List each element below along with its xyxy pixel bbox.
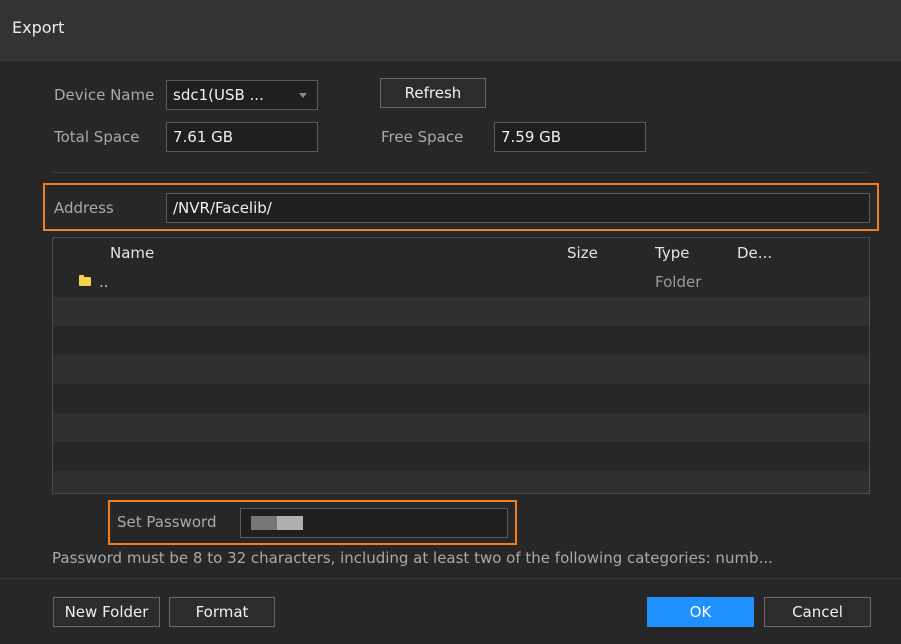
address-input[interactable]: /NVR/Facelib/ bbox=[166, 193, 870, 223]
file-table: Name Size Type De... .. Folder bbox=[52, 237, 870, 494]
total-space-value: 7.61 GB bbox=[166, 122, 318, 152]
new-folder-button[interactable]: New Folder bbox=[53, 597, 160, 627]
table-row[interactable]: .. Folder bbox=[53, 268, 869, 297]
ok-button[interactable]: OK bbox=[647, 597, 754, 627]
divider bbox=[52, 172, 870, 173]
table-row-empty bbox=[53, 297, 869, 326]
format-button[interactable]: Format bbox=[169, 597, 275, 627]
column-name[interactable]: Name bbox=[110, 244, 154, 262]
dialog-titlebar: Export bbox=[0, 0, 901, 61]
free-space-label: Free Space bbox=[381, 128, 464, 146]
table-row-empty bbox=[53, 355, 869, 384]
free-space-value: 7.59 GB bbox=[494, 122, 646, 152]
device-name-value: sdc1(USB ... bbox=[173, 86, 264, 104]
export-dialog: Export Device Name sdc1(USB ... Refresh … bbox=[0, 0, 901, 644]
table-header: Name Size Type De... bbox=[53, 238, 869, 269]
address-label: Address bbox=[54, 199, 114, 217]
footer-divider bbox=[0, 578, 901, 579]
device-name-label: Device Name bbox=[54, 86, 155, 104]
folder-icon bbox=[79, 275, 91, 286]
set-password-input[interactable] bbox=[240, 508, 508, 538]
table-row-empty bbox=[53, 326, 869, 355]
table-row-empty bbox=[53, 442, 869, 471]
column-size[interactable]: Size bbox=[567, 244, 598, 262]
dialog-title: Export bbox=[12, 18, 65, 37]
table-row-empty bbox=[53, 384, 869, 413]
cancel-button[interactable]: Cancel bbox=[764, 597, 871, 627]
column-description[interactable]: De... bbox=[737, 244, 772, 262]
total-space-label: Total Space bbox=[54, 128, 140, 146]
device-name-dropdown[interactable]: sdc1(USB ... bbox=[166, 80, 318, 110]
row-name: .. bbox=[99, 273, 109, 291]
table-row-empty bbox=[53, 471, 869, 493]
set-password-label: Set Password bbox=[117, 513, 217, 531]
column-type[interactable]: Type bbox=[655, 244, 689, 262]
chevron-down-icon bbox=[299, 93, 307, 98]
table-row-empty bbox=[53, 413, 869, 442]
row-type: Folder bbox=[655, 273, 702, 291]
masked-password bbox=[251, 516, 303, 530]
refresh-button[interactable]: Refresh bbox=[380, 78, 486, 108]
password-hint: Password must be 8 to 32 characters, inc… bbox=[52, 549, 773, 567]
